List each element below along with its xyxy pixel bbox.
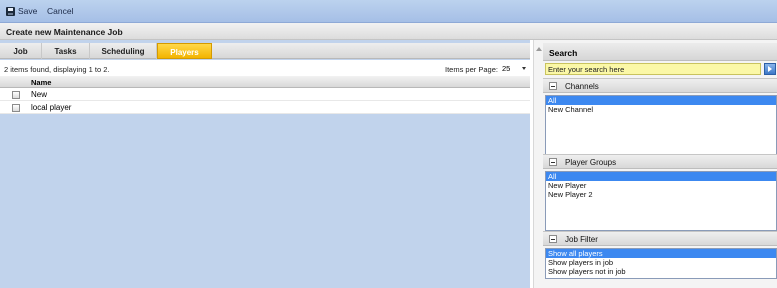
player-groups-section-header[interactable]: Player Groups [543, 154, 777, 169]
search-panel: Search Enter your search here Channels A… [543, 40, 777, 288]
list-item[interactable]: New Channel [546, 105, 776, 114]
job-filter-header-label: Job Filter [565, 235, 598, 244]
table-row[interactable]: New [0, 88, 530, 101]
players-panel: Job Tasks Scheduling Players 2 items fou… [0, 40, 530, 288]
save-label: Save [18, 6, 38, 16]
channels-header-label: Channels [565, 82, 599, 91]
paging-bar: 2 items found, displaying 1 to 2. Items … [0, 60, 530, 76]
table-row[interactable]: local player [0, 101, 530, 114]
cancel-button[interactable]: Cancel [47, 6, 73, 16]
list-item[interactable]: New Player [546, 181, 776, 190]
column-header-name[interactable]: Name [0, 76, 530, 88]
list-item[interactable]: Show players in job [546, 258, 776, 267]
player-groups-header-label: Player Groups [565, 158, 617, 167]
list-item[interactable]: All [546, 96, 776, 105]
vertical-scrollbar[interactable] [533, 40, 543, 288]
search-header: Search [543, 43, 777, 61]
list-item[interactable]: Show players not in job [546, 267, 776, 276]
list-item[interactable]: All [546, 172, 776, 181]
tab-scheduling[interactable]: Scheduling [90, 43, 157, 59]
list-item[interactable]: Show all players [546, 249, 776, 258]
tab-strip: Job Tasks Scheduling Players [0, 43, 530, 59]
items-count-text: 2 items found, displaying 1 to 2. [4, 65, 110, 74]
collapse-icon[interactable] [549, 235, 557, 243]
tab-job[interactable]: Job [0, 43, 42, 59]
tab-players[interactable]: Players [157, 43, 212, 59]
items-per-page-label: Items per Page: [445, 65, 498, 74]
page-title: Create new Maintenance Job [0, 23, 777, 40]
collapse-icon[interactable] [549, 158, 557, 166]
items-per-page-value: 25 [502, 64, 511, 73]
toolbar: Save Cancel [0, 0, 777, 23]
row-name: local player [31, 103, 72, 112]
search-input[interactable]: Enter your search here [545, 63, 761, 75]
row-checkbox[interactable] [12, 91, 20, 99]
channels-section-header[interactable]: Channels [543, 78, 777, 93]
save-icon [6, 6, 15, 16]
row-name: New [31, 90, 48, 99]
player-groups-listbox[interactable]: All New Player New Player 2 [545, 171, 777, 231]
scroll-up-icon[interactable] [536, 47, 542, 51]
collapse-icon[interactable] [549, 82, 557, 90]
job-filter-listbox[interactable]: Show all players Show players in job Sho… [545, 248, 777, 279]
search-go-icon[interactable] [764, 63, 776, 75]
channels-listbox[interactable]: All New Channel [545, 95, 777, 155]
tab-tasks[interactable]: Tasks [42, 43, 90, 59]
row-checkbox[interactable] [12, 104, 20, 112]
job-filter-section-header[interactable]: Job Filter [543, 231, 777, 246]
items-per-page-select[interactable]: 25 [498, 62, 528, 74]
list-item[interactable]: New Player 2 [546, 190, 776, 199]
save-button[interactable]: Save [6, 6, 37, 16]
dropdown-arrow-icon [522, 67, 526, 70]
